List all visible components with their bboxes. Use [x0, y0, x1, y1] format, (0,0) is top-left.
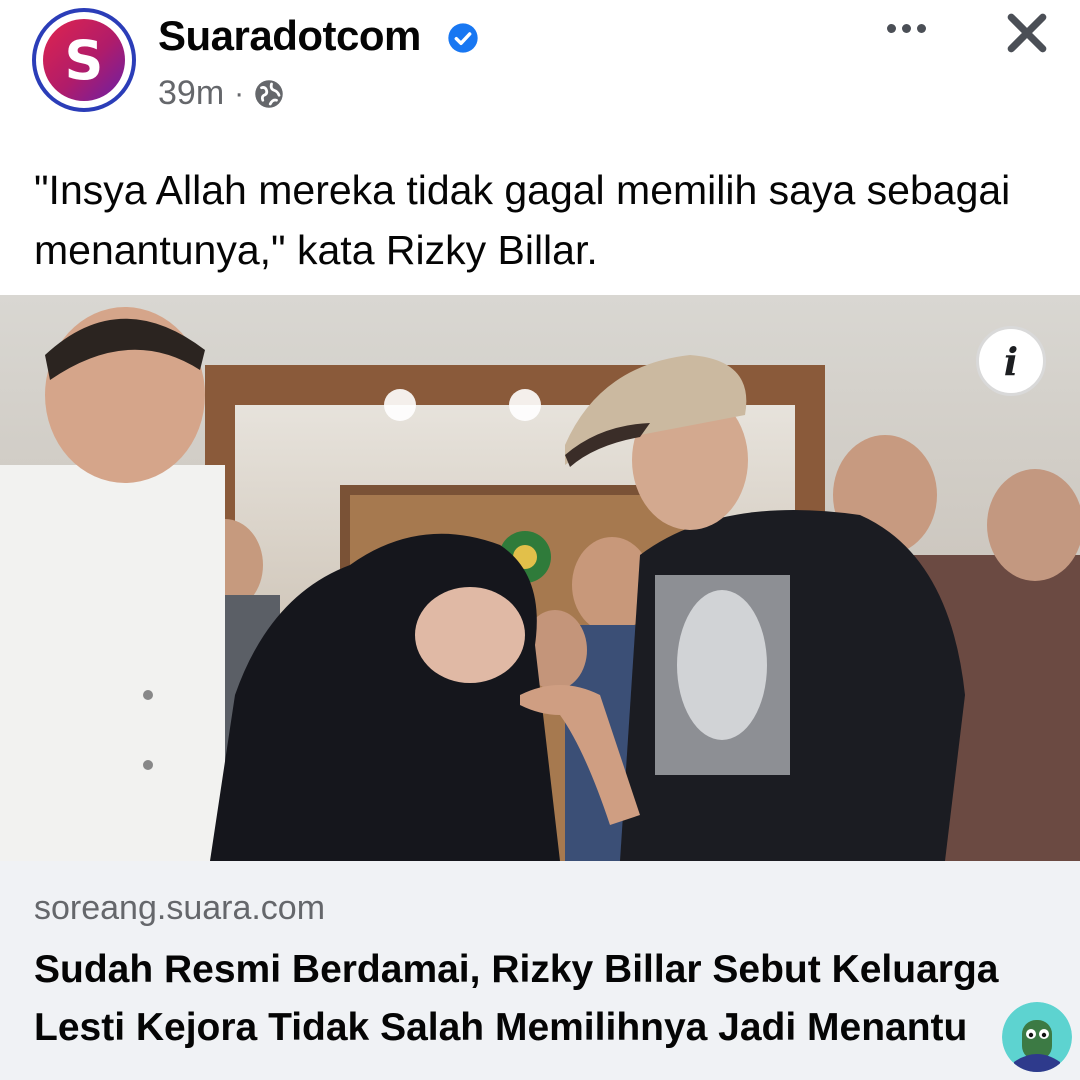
- ad-info-button[interactable]: i: [976, 326, 1046, 396]
- post-photo[interactable]: [0, 295, 1080, 861]
- close-icon[interactable]: [1000, 6, 1054, 60]
- page-name[interactable]: Suaradotcom: [158, 12, 421, 60]
- globe-icon: [255, 79, 283, 108]
- more-options-button[interactable]: [880, 8, 932, 48]
- link-headline[interactable]: Sudah Resmi Berdamai, Rizky Billar Sebut…: [34, 941, 1034, 1057]
- more-dot: [886, 23, 896, 33]
- page-avatar[interactable]: S: [32, 8, 136, 112]
- link-preview[interactable]: soreang.suara.com Sudah Resmi Berdamai, …: [0, 861, 1080, 1080]
- meta-separator: ·: [234, 76, 245, 110]
- more-dot: [901, 23, 911, 33]
- sticker-avatar-icon[interactable]: [1002, 1002, 1072, 1072]
- more-dot: [916, 23, 926, 33]
- link-domain: soreang.suara.com: [34, 889, 326, 927]
- post-header: S Suaradotcom 39m ·: [0, 0, 1080, 140]
- post-timestamp[interactable]: 39m: [158, 74, 224, 113]
- photo-illustration: [0, 295, 1080, 861]
- avatar-logo: S: [43, 19, 125, 101]
- post-caption: "Insya Allah mereka tidak gagal memilih …: [34, 167, 1011, 273]
- post-meta: 39m ·: [158, 74, 284, 113]
- verified-badge-icon: [448, 23, 478, 53]
